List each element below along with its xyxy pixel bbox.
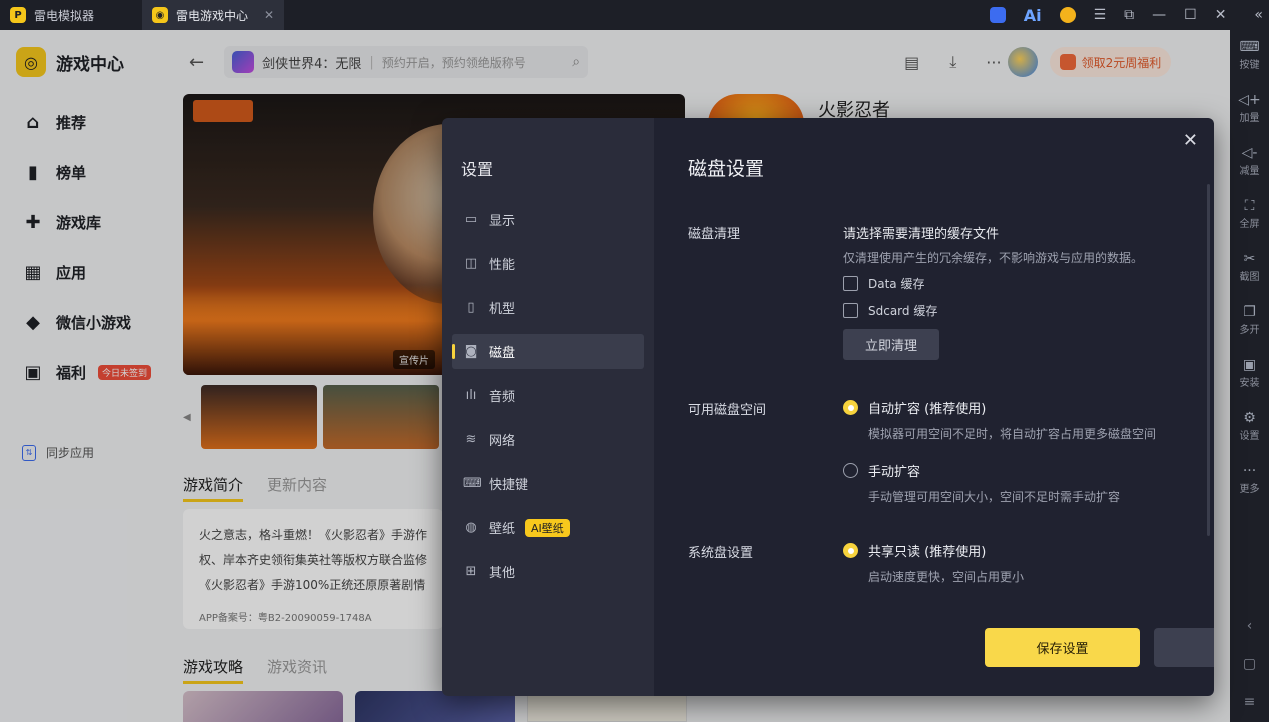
toolbar-fullscreen[interactable]: ⛶ 全屏	[1240, 197, 1260, 250]
disk-clean-desc: 仅清理使用产生的冗余缓存，不影响游戏与应用的数据。	[843, 251, 1144, 265]
minimize-icon[interactable]: —	[1152, 7, 1166, 23]
theme-icon[interactable]	[1059, 7, 1076, 23]
emulator-toolbar: ⌨ 按键 ◁+ 加量 ◁- 减量 ⛶ 全屏 ✂ 截图 ❐ 多开 ▣ 安装 ⚙ 设置 ··· 更多 …	[1230, 30, 1269, 722]
toolbar-screenshot[interactable]: ✂ 截图	[1240, 250, 1260, 303]
scrollbar[interactable]	[1207, 184, 1210, 536]
disk-clean-heading: 请选择需要清理的缓存文件	[843, 227, 1000, 242]
performance-icon: ◫	[464, 256, 478, 271]
checkbox-box[interactable]	[843, 276, 858, 291]
menu-item-audio[interactable]: ılı 音频	[452, 378, 644, 413]
system-disk-label: 系统盘设置	[688, 546, 754, 561]
ai-wallpaper-tag: AI壁纸	[525, 518, 570, 537]
menu-item-other[interactable]: ⊞ 其他	[452, 554, 644, 589]
tab-label: 雷电游戏中心	[176, 8, 249, 23]
wifi-icon: ≋	[465, 432, 477, 447]
settings-dialog: 设置 ▭ 显示 ◫ 性能 ▯ 机型 ◙ 磁盘 ılı 音频 ≋ 网络 ⌨ 快捷键 ◍ 壁纸 AI壁…	[442, 118, 1214, 696]
menu-item-display[interactable]: ▭ 显示	[452, 202, 644, 237]
grid-icon: ⊞	[465, 564, 477, 579]
settings-title: 设置	[461, 160, 494, 179]
toolbar-volume-down[interactable]: ◁- 减量	[1240, 144, 1260, 197]
shared-readonly-radio[interactable]: 共享只读 (推荐使用)	[843, 541, 986, 560]
menu-item-wallpaper[interactable]: ◍ 壁纸 AI壁纸	[452, 510, 644, 545]
restore-icon[interactable]: ⧉	[1124, 7, 1134, 23]
auto-expand-desc: 模拟器可用空间不足时，将自动扩容占用更多磁盘空间	[868, 427, 1157, 441]
menu-item-shortcuts[interactable]: ⌨ 快捷键	[452, 466, 644, 501]
disk-clean-label: 磁盘清理	[688, 227, 741, 242]
sdcard-cache-checkbox[interactable]: Sdcard 缓存	[843, 302, 937, 319]
phone-icon: ▯	[467, 300, 475, 315]
toolbar-settings[interactable]: ⚙ 设置	[1240, 409, 1260, 462]
manual-expand-radio[interactable]: 手动扩容	[843, 461, 920, 480]
menu-item-performance[interactable]: ◫ 性能	[452, 246, 644, 281]
ai-icon[interactable]: Ai	[1024, 6, 1042, 25]
menu-item-model[interactable]: ▯ 机型	[452, 290, 644, 325]
apk-install-icon: ▣	[1242, 357, 1257, 373]
disk-settings-panel: 磁盘设置 ✕ 磁盘清理 请选择需要清理的缓存文件 仅清理使用产生的冗余缓存，不影…	[654, 118, 1214, 696]
android-home-icon[interactable]: ▢	[1243, 656, 1256, 672]
tab-close-icon[interactable]: ✕	[264, 8, 274, 22]
data-cache-checkbox[interactable]: Data 缓存	[843, 275, 924, 292]
audio-icon: ılı	[465, 388, 477, 403]
checkbox-box[interactable]	[843, 303, 858, 318]
monitor-icon: ▭	[464, 212, 478, 227]
close-icon[interactable]: ✕	[1215, 7, 1227, 23]
radio-dot[interactable]	[843, 463, 858, 478]
scissors-icon: ✂	[1243, 251, 1256, 267]
palette-icon: ◍	[465, 520, 477, 535]
disk-space-label: 可用磁盘空间	[688, 403, 767, 418]
keyboard-icon: ⌨	[1239, 39, 1260, 55]
menu-item-disk[interactable]: ◙ 磁盘	[452, 334, 644, 369]
toolbar-volume-up[interactable]: ◁+ 加量	[1238, 91, 1261, 144]
settings-menu: 设置 ▭ 显示 ◫ 性能 ▯ 机型 ◙ 磁盘 ılı 音频 ≋ 网络 ⌨ 快捷键 ◍ 壁纸 AI壁…	[442, 118, 654, 696]
close-icon[interactable]: ✕	[1183, 130, 1198, 151]
toolbar-multi[interactable]: ❐ 多开	[1240, 303, 1260, 356]
fullscreen-icon: ⛶	[1244, 198, 1255, 214]
disk-icon: ◙	[464, 344, 478, 359]
auto-expand-radio[interactable]: 自动扩容 (推荐使用)	[843, 398, 986, 417]
menu-icon[interactable]: ☰	[1094, 7, 1107, 23]
volume-up-icon: ◁+	[1238, 92, 1261, 108]
menu-item-network[interactable]: ≋ 网络	[452, 422, 644, 457]
clean-now-button[interactable]: 立即清理	[843, 329, 939, 360]
more-icon: ···	[1242, 463, 1257, 479]
shared-readonly-desc: 启动速度更快，空间占用更小	[868, 570, 1025, 584]
tab-label: 雷电模拟器	[34, 8, 95, 23]
toolbar-more[interactable]: ··· 更多	[1240, 462, 1260, 515]
cancel-button[interactable]: 取消	[1154, 628, 1214, 667]
save-settings-button[interactable]: 保存设置	[985, 628, 1140, 667]
gear-icon: ⚙	[1243, 410, 1256, 426]
flash-icon[interactable]	[989, 7, 1006, 23]
collapse-toolbar-icon[interactable]: «	[1254, 7, 1263, 23]
volume-down-icon: ◁-	[1241, 145, 1258, 161]
android-back-icon[interactable]: ‹	[1247, 618, 1253, 634]
tab-emulator[interactable]: P 雷电模拟器	[0, 0, 142, 30]
tab-game-center[interactable]: ◉ 雷电游戏中心 ✕	[142, 0, 284, 30]
window-titlebar: P 雷电模拟器 ◉ 雷电游戏中心 ✕ Ai ☰ ⧉ — ☐ ✕ «	[0, 0, 1269, 30]
game-center-logo-icon: ◉	[152, 7, 168, 23]
panel-title: 磁盘设置	[688, 158, 765, 180]
manual-expand-desc: 手动管理可用空间大小，空间不足时需手动扩容	[868, 490, 1121, 504]
radio-dot[interactable]	[843, 543, 858, 558]
toolbar-install[interactable]: ▣ 安装	[1240, 356, 1260, 409]
radio-dot[interactable]	[843, 400, 858, 415]
multi-instance-icon: ❐	[1243, 304, 1256, 320]
toolbar-keymap[interactable]: ⌨ 按键	[1239, 38, 1259, 91]
keyboard-icon: ⌨	[463, 476, 482, 491]
maximize-icon[interactable]: ☐	[1184, 7, 1197, 23]
android-recents-icon[interactable]: ≡	[1244, 694, 1256, 710]
emulator-logo-icon: P	[10, 7, 26, 23]
